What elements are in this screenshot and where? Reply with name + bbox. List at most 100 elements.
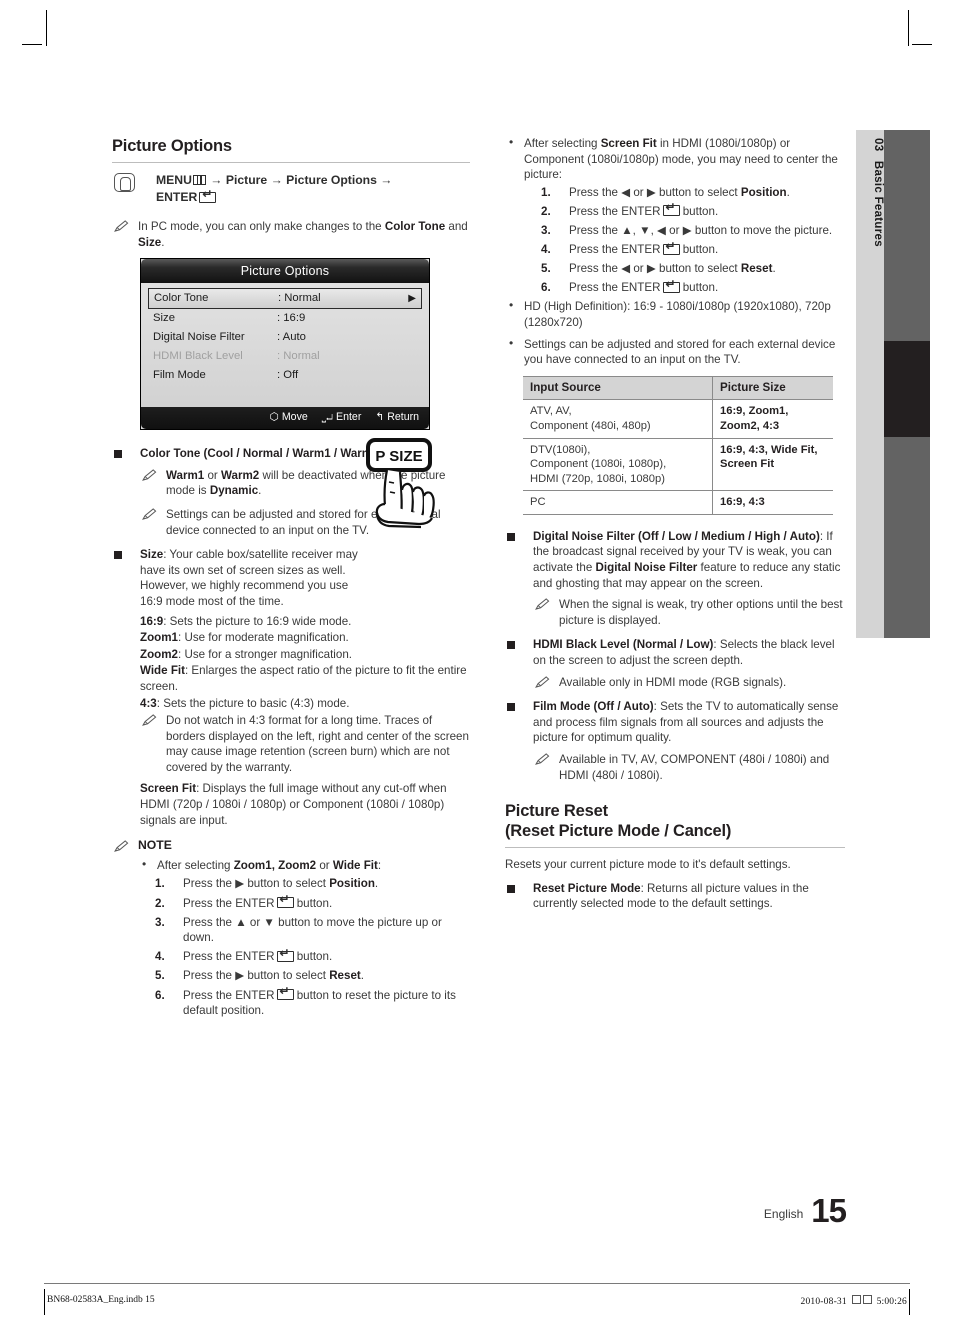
step-post: . xyxy=(786,185,790,199)
step-post: button. xyxy=(293,896,333,910)
table-row: ATV, AV, Component (480i, 480p) 16:9, Zo… xyxy=(523,399,833,439)
chapter-tab-active-marker xyxy=(884,341,930,437)
step-post: button. xyxy=(679,243,719,257)
size-item-desc: : Enlarges the aspect ratio of the pictu… xyxy=(140,664,467,693)
note-steps-list: Press the ▶ button to select Position. P… xyxy=(138,876,470,1018)
table-cell-size: 16:9, 4:3 xyxy=(712,490,833,515)
note-text: When the signal is weak, try other optio… xyxy=(559,598,843,627)
title-divider xyxy=(112,162,470,163)
osd-hint-return-label: Return xyxy=(387,411,419,424)
hd-note-text: HD (High Definition): 16:9 - 1080i/1080p… xyxy=(524,300,831,329)
step-bold: Reset xyxy=(329,969,361,983)
size-item-wide-fit: Wide Fit: Enlarges the aspect ratio of t… xyxy=(140,663,470,694)
osd-row-color-tone[interactable]: Color Tone : Normal ▶ xyxy=(148,288,422,310)
picture-reset-intro: Resets your current picture mode to it's… xyxy=(505,857,845,873)
picture-reset-heading-line1: Picture Reset xyxy=(505,802,608,821)
step-text: Press the ENTER xyxy=(569,243,661,257)
osd-key: HDMI Black Level xyxy=(153,349,243,362)
up-down-arrow-icon: ⬡ xyxy=(269,411,279,424)
step-text: Press the ▶ button to select xyxy=(183,877,330,891)
bullet-settings-stored: Settings can be adjusted and stored for … xyxy=(505,336,845,368)
osd-screenshot: Picture Options Color Tone : Normal ▶ Si… xyxy=(140,258,430,431)
step-text: Press the ENTER xyxy=(183,950,275,964)
menu-grid-icon xyxy=(192,175,206,185)
step-item: Press the ENTER button to reset the pict… xyxy=(155,986,470,1019)
sf-bold: Screen Fit xyxy=(600,137,657,150)
step-bold: Reset xyxy=(740,262,773,276)
osd-key: Digital Noise Filter xyxy=(153,330,245,343)
enter-key-icon: ⎵↵ xyxy=(321,411,334,424)
step-item: Press the ENTER button. xyxy=(541,279,845,296)
footer-divider xyxy=(44,1283,910,1284)
size-item-zoom1: Zoom1: Use for moderate magnification. xyxy=(140,630,470,646)
osd-row-film-mode[interactable]: Film Mode : Off xyxy=(148,366,422,385)
bullet-reset-picture-mode: Reset Picture Mode: Returns all picture … xyxy=(505,881,845,912)
step-item: Press the ENTER button. xyxy=(155,948,470,965)
osd-hint-move-label: Move xyxy=(281,411,308,424)
enter-key-icon xyxy=(276,894,294,909)
enter-key-icon xyxy=(662,279,680,293)
note-bullet-post: : xyxy=(377,858,382,872)
crop-mark-top-left-v xyxy=(46,10,47,46)
pc-note-middle: and xyxy=(445,220,468,233)
note-bullet-after-selecting: After selecting Zoom1, Zoom2 or Wide Fit… xyxy=(138,857,470,874)
size-item-term: Zoom2 xyxy=(140,647,179,661)
page-title: Picture Options xyxy=(112,137,232,155)
footer-date: 2010-08-31 xyxy=(800,1297,847,1307)
page-number-block: English 15 xyxy=(764,1192,847,1229)
footer-timestamp: 2010-08-31 5:00:26 xyxy=(801,1295,908,1307)
return-arrow-icon: ↰ xyxy=(375,411,385,424)
step-bold: Position xyxy=(329,877,375,891)
pencil-icon xyxy=(142,714,157,726)
osd-hint-move: ⬡ Move xyxy=(270,410,308,426)
step-item: Press the ◀ or ▶ button to select Reset. xyxy=(541,261,845,277)
size-item-43: 4:3: Sets the picture to basic (4:3) mod… xyxy=(140,696,470,712)
osd-key: Size xyxy=(153,311,175,324)
bullet-screen-fit-center: After selecting Screen Fit in HDMI (1080… xyxy=(505,135,845,296)
osd-row-size[interactable]: Size : 16:9 xyxy=(148,309,422,328)
bullet-film-mode: Film Mode (Off / Auto): Sets the TV to a… xyxy=(505,699,845,783)
step-item: Press the ◀ or ▶ button to select Positi… xyxy=(541,185,845,201)
step-item: Press the ENTER button. xyxy=(155,894,470,912)
pencil-icon xyxy=(142,469,157,481)
step-post: . xyxy=(772,262,776,276)
bullet-hd-definition: HD (High Definition): 16:9 - 1080i/1080p… xyxy=(505,298,845,330)
enter-key-icon xyxy=(662,241,680,255)
chevron-right-icon: ▶ xyxy=(408,292,416,304)
screen-fit-steps-list: Press the ◀ or ▶ button to select Positi… xyxy=(524,185,845,296)
step-post: . xyxy=(374,877,379,891)
menu-path-step-2: Picture Options xyxy=(286,173,377,187)
size-item-screen-fit: Screen Fit: Displays the full image with… xyxy=(140,781,470,828)
bullet-size: Size: Your cable box/satellite receiver … xyxy=(112,547,470,609)
size-item-169: 16:9: Sets the picture to 16:9 wide mode… xyxy=(140,614,372,630)
hdmi-black-title: HDMI Black Level (Normal / Low) xyxy=(533,638,714,652)
chapter-tab: 03 Basic Features xyxy=(856,130,930,638)
osd-value: : 16:9 xyxy=(277,311,306,324)
menu-path-menu-label: MENU xyxy=(156,173,192,187)
p-size-button-illustration: P SIZE xyxy=(355,434,465,539)
page-number: 15 xyxy=(811,1192,847,1229)
pencil-icon xyxy=(535,675,550,688)
chapter-number: 03 xyxy=(872,138,884,152)
picture-reset-divider xyxy=(505,847,845,849)
step-text: Press the ▲, ▼, ◀ or ▶ button to move th… xyxy=(569,223,833,237)
pencil-icon xyxy=(535,598,550,611)
pc-note-bold-1: Color Tone xyxy=(384,220,446,233)
note-text: Available only in HDMI mode (RGB signals… xyxy=(559,675,787,689)
picture-reset-intro-text: Resets your current picture mode to it's… xyxy=(505,858,791,872)
step-item: Press the ▲ or ▼ button to move the pict… xyxy=(155,915,470,946)
osd-value: : Auto xyxy=(277,330,306,343)
table-header-picture-size: Picture Size xyxy=(712,375,833,401)
sf-pre: After selecting xyxy=(524,137,601,150)
osd-key: Color Tone xyxy=(154,291,209,304)
osd-value: : Normal xyxy=(278,291,321,304)
step-post: . xyxy=(360,969,364,983)
chapter-tab-text: 03 Basic Features xyxy=(856,138,884,247)
osd-key: Film Mode xyxy=(153,368,206,381)
enter-key-icon xyxy=(199,189,217,203)
size-item-desc: : Use for moderate magnification. xyxy=(178,631,349,645)
osd-row-digital-noise-filter[interactable]: Digital Noise Filter : Auto xyxy=(148,328,422,347)
input-source-picture-size-table: Input Source Picture Size ATV, AV, Compo… xyxy=(523,375,833,515)
osd-body: Color Tone : Normal ▶ Size : 16:9 Digita… xyxy=(141,283,429,408)
enter-key-icon xyxy=(662,202,680,217)
